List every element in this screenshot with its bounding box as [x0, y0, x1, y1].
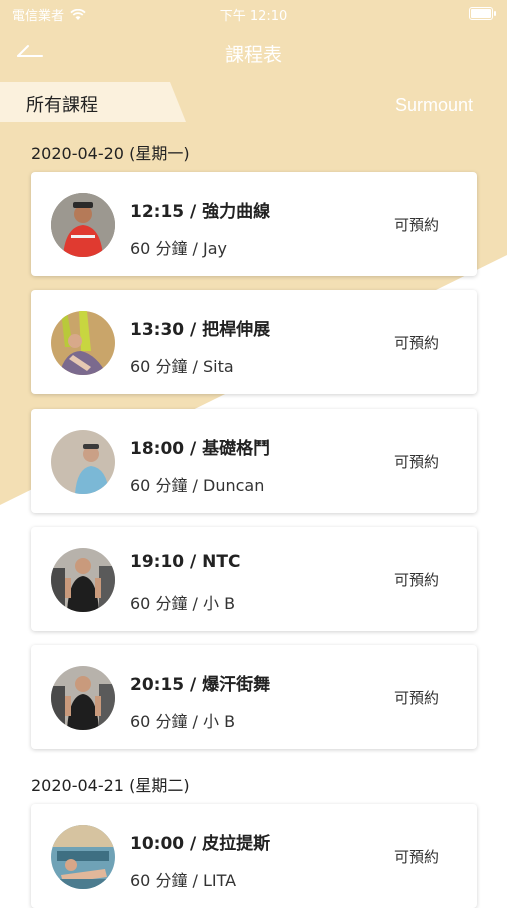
course-card[interactable]: 13:30 / 把桿伸展 60 分鐘 / Sita 可預約 — [31, 290, 477, 394]
course-status: 可預約 — [393, 453, 439, 471]
course-duration-instructor: 60 分鐘 / Sita — [130, 357, 234, 376]
tab-bar: 所有課程 Surmount — [0, 82, 507, 122]
course-card[interactable]: 10:00 / 皮拉提斯 60 分鐘 / LITA 可預約 — [31, 804, 477, 908]
brand-label: Surmount — [394, 95, 473, 115]
instructor-avatar — [51, 666, 115, 730]
course-status: 可預約 — [393, 216, 439, 234]
page-title: 課程表 — [224, 44, 282, 66]
course-duration-instructor: 60 分鐘 / 小 B — [130, 712, 236, 731]
tab-all-courses-label: 所有課程 — [26, 95, 98, 116]
course-card[interactable]: 12:15 / 強力曲線 60 分鐘 / Jay 可預約 — [31, 172, 477, 276]
course-card[interactable]: 20:15 / 爆汗街舞 60 分鐘 / 小 B 可預約 — [31, 645, 477, 749]
course-duration-instructor: 60 分鐘 / LITA — [130, 871, 237, 890]
section-date: 2020-04-21 (星期二) — [31, 776, 190, 795]
course-duration-instructor: 60 分鐘 / 小 B — [130, 594, 236, 613]
course-title: 10:00 / 皮拉提斯 — [130, 834, 271, 854]
course-duration-instructor: 60 分鐘 / Duncan — [130, 476, 265, 495]
instructor-avatar — [51, 548, 115, 612]
course-status: 可預約 — [393, 334, 439, 352]
instructor-avatar — [51, 825, 115, 889]
course-title: 20:15 / 爆汗街舞 — [130, 675, 271, 695]
navigation-bar: 課程表 — [0, 28, 507, 76]
status-bar: 電信業者 下午 12:10 — [0, 0, 507, 28]
course-title: 19:10 / NTC — [130, 552, 241, 572]
course-status: 可預約 — [393, 848, 439, 866]
course-status: 可預約 — [393, 571, 439, 589]
course-card[interactable]: 18:00 / 基礎格鬥 60 分鐘 / Duncan 可預約 — [31, 409, 477, 513]
course-title: 18:00 / 基礎格鬥 — [130, 439, 271, 459]
status-time: 下午 12:10 — [219, 9, 288, 24]
course-title: 13:30 / 把桿伸展 — [130, 320, 271, 340]
course-title: 12:15 / 強力曲線 — [130, 202, 271, 222]
instructor-avatar — [51, 430, 115, 494]
course-card[interactable]: 19:10 / NTC 60 分鐘 / 小 B 可預約 — [31, 527, 477, 631]
instructor-avatar — [51, 311, 115, 375]
battery-icon — [469, 7, 496, 20]
course-status: 可預約 — [393, 689, 439, 707]
instructor-avatar — [51, 193, 115, 257]
course-duration-instructor: 60 分鐘 / Jay — [130, 239, 228, 258]
section-date: 2020-04-20 (星期一) — [31, 144, 190, 163]
